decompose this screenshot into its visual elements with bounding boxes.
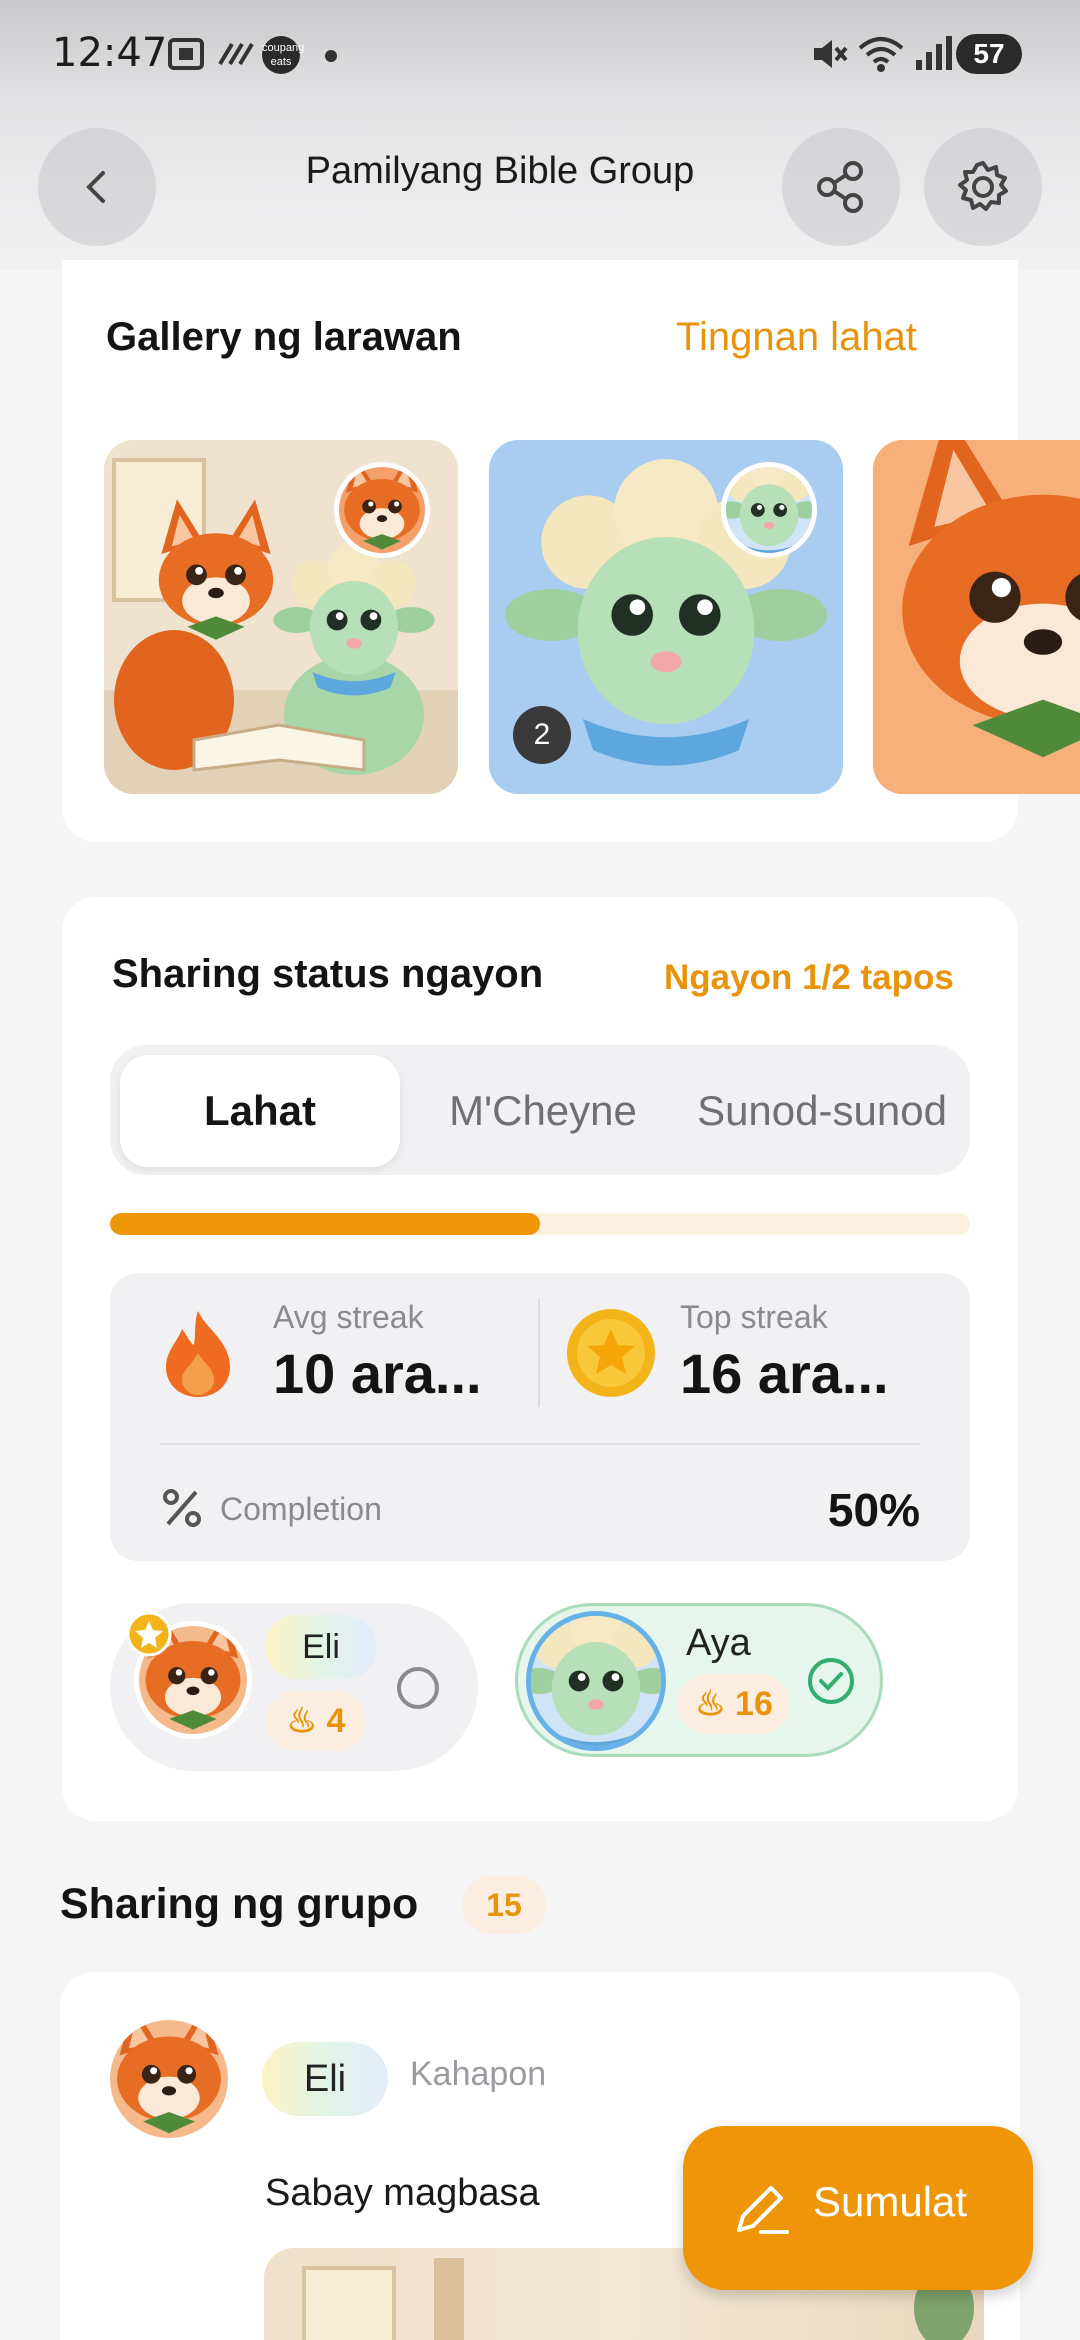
gallery-photo[interactable] xyxy=(873,440,1080,794)
top-nav-bar: Pamilyang Bible Group xyxy=(0,110,1080,270)
member-name: Eli xyxy=(266,1615,376,1679)
tab-mcheyne[interactable]: M'Cheyne xyxy=(410,1055,676,1167)
uploader-avatar xyxy=(334,462,430,558)
top-streak-label: Top streak xyxy=(680,1299,828,1335)
back-arrow-icon xyxy=(86,171,105,203)
post-time: Kahapon xyxy=(410,2055,547,2093)
completion-label: Completion xyxy=(220,1491,382,1527)
not-done-circle-icon xyxy=(397,1667,439,1709)
avatar xyxy=(110,2020,228,2138)
wifi-icon xyxy=(858,37,904,72)
star-coin-icon xyxy=(567,1309,655,1397)
member-name: Aya xyxy=(686,1622,751,1664)
gear-icon xyxy=(958,161,1008,211)
tab-sunod-sunod[interactable]: Sunod-sunod xyxy=(680,1055,964,1167)
gallery-photo[interactable]: 2 xyxy=(489,440,843,794)
post-text: Sabay magbasa xyxy=(265,2172,540,2214)
member-streak-badge: ♨ 16 xyxy=(678,1674,790,1734)
status-bar: 12:47 coupang eats 57 xyxy=(0,0,1080,110)
stats-divider xyxy=(538,1299,540,1407)
uploader-avatar xyxy=(721,462,817,558)
member-streak: 16 xyxy=(735,1685,773,1723)
post-author: Eli xyxy=(262,2042,388,2116)
signal-icon xyxy=(916,36,952,70)
flame-icon: ♨ xyxy=(695,1685,726,1723)
share-icon xyxy=(817,161,863,213)
avatar xyxy=(526,1611,666,1751)
dot-icon xyxy=(325,50,337,62)
stats-row-divider xyxy=(160,1443,920,1445)
tab-lahat[interactable]: Lahat xyxy=(120,1055,400,1167)
notification-label: coupang eats xyxy=(262,42,305,68)
leader-star-icon xyxy=(126,1611,172,1657)
mute-icon xyxy=(814,40,848,68)
gallery-image xyxy=(873,440,1080,794)
percent-icon xyxy=(163,1489,201,1527)
status-time: 12:47 xyxy=(52,30,168,76)
share-button[interactable] xyxy=(782,128,900,246)
check-circle-icon xyxy=(808,1658,854,1704)
completion-value: 50% xyxy=(827,1484,920,1536)
app-badge-icon: coupang eats xyxy=(262,36,304,74)
back-button[interactable] xyxy=(38,128,156,246)
write-button-label: Sumulat xyxy=(813,2178,968,2225)
write-button[interactable]: Sumulat xyxy=(683,2126,1033,2290)
fire-icon xyxy=(166,1311,230,1397)
gallery-view-all-link[interactable]: Tingnan lahat xyxy=(676,315,917,360)
member-streak: 4 xyxy=(326,1702,346,1740)
member-streak-badge: ♨ 4 xyxy=(266,1691,366,1751)
page-title: Pamilyang Bible Group xyxy=(305,150,695,192)
settings-button[interactable] xyxy=(924,128,1042,246)
sharing-status-title: Sharing status ngayon xyxy=(112,952,544,996)
avg-streak-label: Avg streak xyxy=(273,1299,424,1335)
today-summary: Ngayon 1/2 tapos xyxy=(664,958,954,997)
flame-icon: ♨ xyxy=(286,1702,318,1740)
sharing-count-badge: 15 xyxy=(462,1876,546,1934)
avg-streak-value: 10 ara... xyxy=(273,1342,482,1405)
group-sharing-title: Sharing ng grupo xyxy=(60,1880,419,1928)
top-streak-value: 16 ara... xyxy=(680,1342,889,1405)
member-pill-aya[interactable]: Aya ♨ 16 xyxy=(515,1603,883,1757)
gallery-photo[interactable] xyxy=(104,440,458,794)
battery-icon: 57 xyxy=(956,34,1022,74)
gallery-title: Gallery ng larawan xyxy=(106,315,462,359)
member-pill-eli[interactable]: Eli ♨ 4 xyxy=(110,1603,478,1771)
link-icon xyxy=(218,42,254,66)
photo-count-badge: 2 xyxy=(513,706,571,764)
screen-record-icon xyxy=(168,38,204,70)
progress-bar xyxy=(110,1213,970,1235)
progress-fill xyxy=(110,1213,540,1235)
pencil-icon xyxy=(737,2186,789,2234)
reading-plan-tabs: Lahat M'Cheyne Sunod-sunod xyxy=(110,1045,970,1175)
stats-box: Avg streak 10 ara... Top streak 16 ara..… xyxy=(110,1273,970,1561)
